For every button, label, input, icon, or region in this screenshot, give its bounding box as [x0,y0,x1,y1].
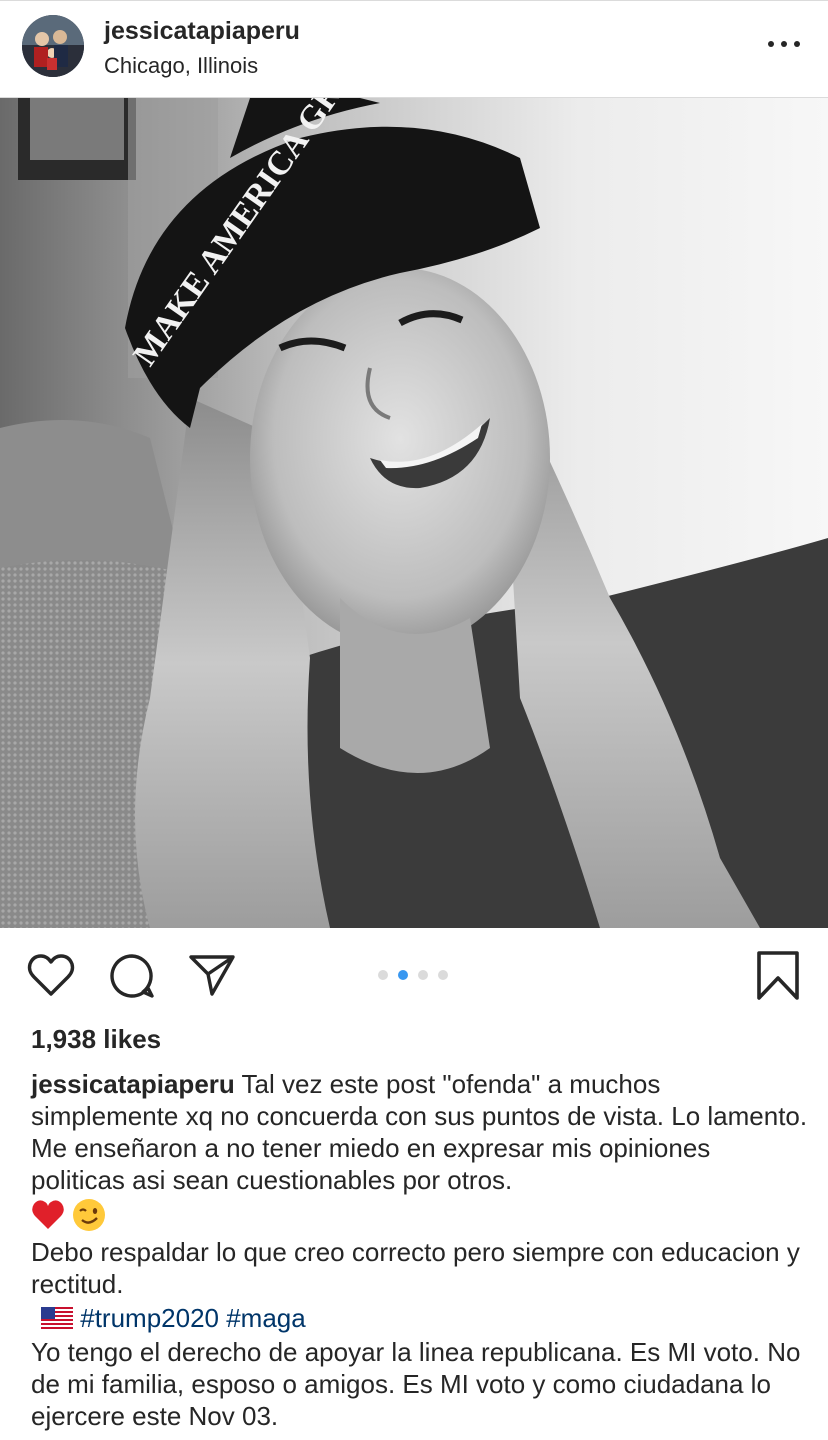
red-heart-emoji [31,1199,65,1238]
post-location[interactable]: Chicago, Illinois [104,53,258,79]
caption-username[interactable]: jessicatapiaperu [31,1069,235,1099]
like-count[interactable]: 1,938 likes [31,1024,161,1055]
us-flag-emoji [41,1304,73,1336]
more-options-icon[interactable] [768,41,800,51]
caption-text-2: Debo respaldar lo que creo correcto pero… [31,1237,800,1299]
avatar[interactable] [22,15,84,77]
bookmark-icon[interactable] [756,950,800,1007]
heart-icon[interactable] [26,952,76,1003]
share-icon[interactable] [188,952,236,1003]
caption-text-3: Yo tengo el derecho de apoyar la linea r… [31,1337,801,1432]
comment-icon[interactable] [108,952,156,1005]
caption-hashtags[interactable]: #trump2020 #maga [80,1303,305,1333]
post-username[interactable]: jessicatapiaperu [104,17,300,46]
post-caption: jessicatapiaperu Tal vez este post "ofen… [31,1068,811,1432]
carousel-indicator [378,970,458,982]
post-photo[interactable]: MAKE AMERICA GREAT [0,98,828,928]
wink-emoji [72,1198,106,1239]
post-header: jessicatapiaperu Chicago, Illinois [0,0,828,98]
